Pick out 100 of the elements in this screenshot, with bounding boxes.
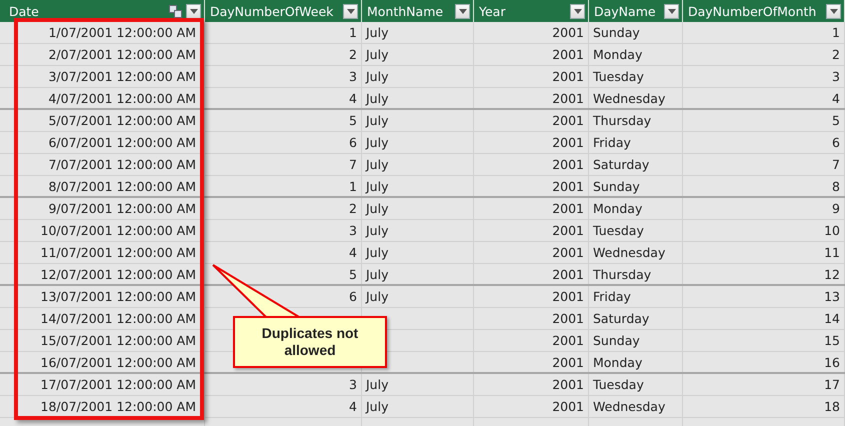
table-cell: Wednesday	[593, 245, 666, 260]
table-cell: 15	[824, 333, 840, 348]
table-cell: 7	[349, 157, 357, 172]
callout-note: Duplicates not allowed	[233, 316, 387, 368]
table-cell: 14/07/2001 12:00:00 AM	[40, 311, 196, 326]
table-cell: 12/07/2001 12:00:00 AM	[40, 266, 196, 282]
table-cell: July	[366, 201, 388, 216]
table-cell: 3	[349, 69, 357, 84]
table-cell: 14	[824, 311, 840, 326]
key-icon[interactable]	[169, 4, 182, 18]
column-header: Date	[9, 4, 40, 18]
table-cell: 3	[349, 223, 357, 238]
caret-icon	[574, 8, 582, 14]
table-cell: July	[366, 25, 388, 40]
table-cell: Sunday	[593, 178, 640, 194]
table-cell: Friday	[593, 135, 631, 150]
table-cell: 2001	[552, 354, 584, 370]
table-cell: 2001	[552, 377, 584, 392]
table-cell: 5	[832, 113, 840, 128]
table-cell: Thursday	[593, 113, 652, 128]
caret-icon	[190, 8, 198, 14]
table-cell: Sunday	[593, 25, 640, 40]
table-cell: 2/07/2001 12:00:00 AM	[48, 47, 196, 62]
table-cell: Wednesday	[593, 399, 666, 414]
filter-dropdown[interactable]	[343, 4, 358, 18]
table-cell: 3	[349, 377, 357, 392]
table-cell: July	[366, 377, 388, 392]
table-cell: 4	[832, 90, 840, 106]
table-cell: 10/07/2001 12:00:00 AM	[40, 223, 196, 238]
table-cell: 2001	[552, 333, 584, 348]
table-cell: 2001	[552, 399, 584, 414]
filter-dropdown[interactable]	[826, 4, 841, 18]
table-cell: 1	[832, 25, 840, 40]
table-cell: 2	[349, 201, 357, 216]
caret-icon	[346, 8, 354, 14]
table-cell: 16	[824, 354, 840, 370]
table-cell: 12	[824, 266, 840, 282]
filter-dropdown[interactable]	[664, 4, 679, 18]
table-cell: July	[366, 47, 388, 62]
table-cell: July	[366, 223, 388, 238]
table-cell: 3	[832, 69, 840, 84]
table-cell: 2	[832, 47, 840, 62]
table-cell: 5	[349, 266, 357, 282]
table-cell: 2001	[552, 266, 584, 282]
table-cell: July	[366, 245, 388, 260]
table-cell: Tuesday	[593, 223, 644, 238]
table-cell: 2001	[552, 90, 584, 106]
table-cell: 15/07/2001 12:00:00 AM	[40, 333, 196, 348]
table-cell: July	[366, 69, 388, 84]
table-cell: 16/07/2001 12:00:00 AM	[40, 354, 196, 370]
caret-icon	[668, 8, 676, 14]
table-cell: 2001	[552, 245, 584, 260]
table-cell: Tuesday	[593, 69, 644, 84]
filter-dropdown[interactable]	[186, 4, 201, 18]
table-cell: 11/07/2001 12:00:00 AM	[40, 245, 196, 260]
table-cell: July	[366, 399, 388, 414]
table-cell: 9/07/2001 12:00:00 AM	[48, 201, 196, 216]
table-cell: July	[366, 266, 388, 282]
table-cell: 1/07/2001 12:00:00 AM	[48, 25, 196, 40]
table-cell: 18/07/2001 12:00:00 AM	[40, 399, 196, 414]
table-cell: 4/07/2001 12:00:00 AM	[48, 90, 196, 106]
table-cell: Monday	[593, 354, 642, 370]
table-cell: 17	[824, 377, 840, 392]
table-cell: 4	[349, 90, 357, 106]
table-cell: 2001	[552, 135, 584, 150]
table-cell: 2001	[552, 25, 584, 40]
table-cell: 17/07/2001 12:00:00 AM	[40, 377, 196, 392]
table-cell: 13/07/2001 12:00:00 AM	[40, 289, 196, 304]
table-cell: 18	[824, 399, 840, 414]
table-cell: July	[366, 135, 388, 150]
table-cell: Tuesday	[593, 377, 644, 392]
table-cell: July	[366, 157, 388, 172]
table-cell: 2001	[552, 113, 584, 128]
filter-dropdown[interactable]	[455, 4, 470, 18]
table-cell: Friday	[593, 289, 631, 304]
table-cell: 7	[832, 157, 840, 172]
table-cell: 5	[349, 113, 357, 128]
column-header: DayNumberOfMonth	[688, 4, 818, 18]
filter-dropdown[interactable]	[570, 4, 585, 18]
table-cell: 2001	[552, 157, 584, 172]
table-cell: 2001	[552, 311, 584, 326]
table-cell: Sunday	[593, 333, 640, 348]
table-cell: 10	[824, 223, 840, 238]
table-cell: July	[366, 90, 388, 106]
table-cell: 4	[349, 399, 357, 414]
table-cell: 2001	[552, 69, 584, 84]
table-cell: 6	[832, 135, 840, 150]
table-cell: 2	[349, 47, 357, 62]
table-cell: 8/07/2001 12:00:00 AM	[48, 178, 196, 194]
table-cell: 2001	[552, 289, 584, 304]
column-header: DayName	[594, 4, 657, 18]
table-cell: 2001	[552, 47, 584, 62]
table-cell: 4	[349, 245, 357, 260]
table-cell: July	[366, 178, 388, 194]
table-cell: 2001	[552, 223, 584, 238]
table-cell: Monday	[593, 201, 642, 216]
table-cell: 13	[824, 289, 840, 304]
table-cell: Monday	[593, 47, 642, 62]
table-cell: 3/07/2001 12:00:00 AM	[48, 69, 196, 84]
table-cell: 2001	[552, 201, 584, 216]
